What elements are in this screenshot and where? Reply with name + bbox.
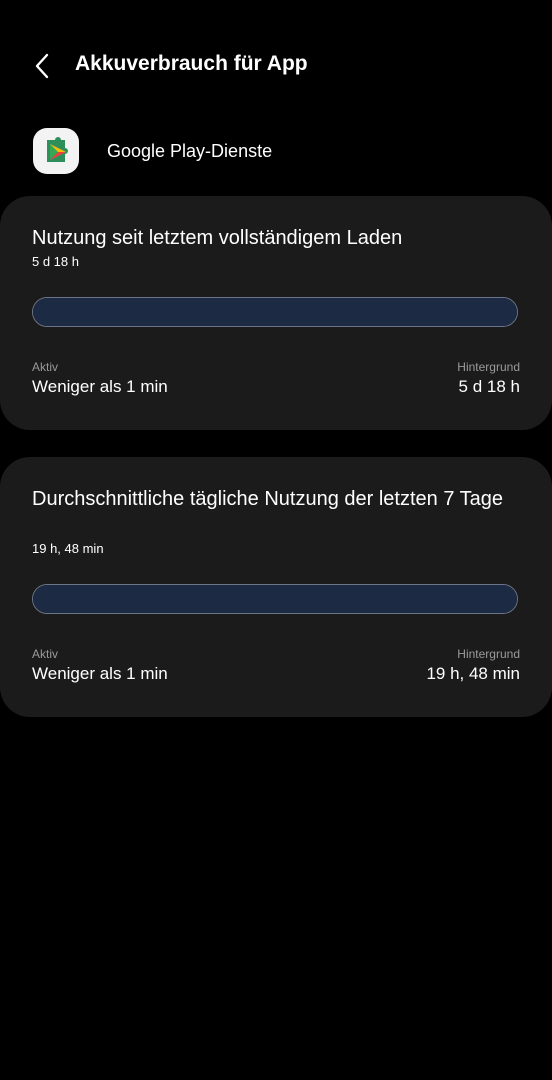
chevron-left-icon bbox=[35, 53, 49, 79]
app-info-row: Google Play-Dienste bbox=[0, 124, 552, 180]
usage-bar-fill bbox=[33, 585, 517, 613]
app-name: Google Play-Dienste bbox=[107, 141, 273, 161]
usage-since-full-charge-card: Nutzung seit letztem vollständigem Laden… bbox=[0, 196, 552, 430]
usage-bar bbox=[32, 297, 518, 327]
card-title: Durchschnittliche tägliche Nutzung der l… bbox=[32, 488, 504, 510]
usage-bar bbox=[32, 584, 518, 614]
card-total-usage: 5 d 18 h bbox=[32, 254, 79, 269]
active-value: Weniger als 1 min bbox=[32, 664, 168, 683]
background-label: Hintergrund bbox=[457, 647, 520, 661]
active-label: Aktiv bbox=[32, 360, 59, 374]
card-total-usage: 19 h, 48 min bbox=[32, 541, 104, 556]
background-label: Hintergrund bbox=[457, 360, 520, 374]
active-value: Weniger als 1 min bbox=[32, 377, 168, 396]
background-value: 5 d 18 h bbox=[458, 377, 520, 396]
active-label: Aktiv bbox=[32, 647, 59, 661]
card-title: Nutzung seit letztem vollständigem Laden bbox=[32, 227, 403, 249]
page-title: Akkuverbrauch für App bbox=[75, 52, 308, 75]
background-value: 19 h, 48 min bbox=[426, 664, 520, 683]
usage-bar-fill bbox=[33, 298, 517, 326]
google-play-services-icon bbox=[33, 128, 79, 174]
average-daily-usage-card: Durchschnittliche tägliche Nutzung der l… bbox=[0, 457, 552, 717]
back-button[interactable] bbox=[22, 46, 62, 86]
app-bar: Akkuverbrauch für App bbox=[0, 38, 552, 94]
